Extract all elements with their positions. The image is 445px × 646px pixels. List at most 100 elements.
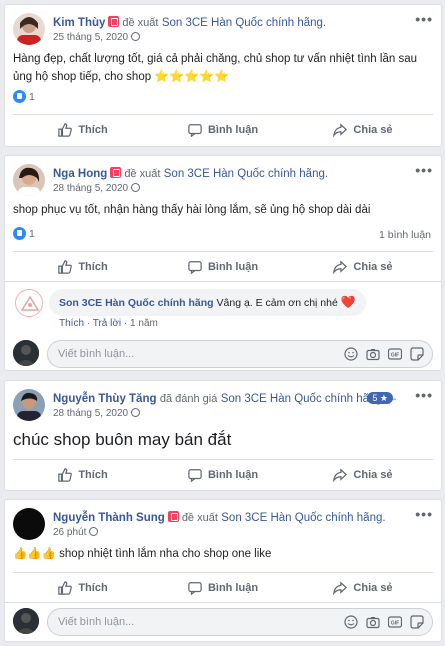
- comment-input[interactable]: Viết bình luận... GIF: [47, 608, 433, 636]
- divider: [5, 281, 441, 282]
- like-reaction-icon: [13, 227, 26, 240]
- avatar: [13, 340, 39, 366]
- post-date[interactable]: 26 phút: [53, 527, 86, 538]
- share-icon: [333, 580, 348, 595]
- post-text: Hàng đẹp, chất lượng tốt, giá cả phải ch…: [13, 51, 433, 86]
- share-button[interactable]: Chia sẻ: [293, 573, 433, 602]
- share-button[interactable]: Chia sẻ: [293, 252, 433, 281]
- avatar[interactable]: [13, 164, 45, 196]
- more-options-icon[interactable]: •••: [415, 163, 433, 177]
- comment-button[interactable]: Bình luận: [153, 573, 293, 602]
- action-bar: Thích Bình luận Chia sẻ: [13, 572, 433, 602]
- post-date[interactable]: 28 tháng 5, 2020: [53, 183, 128, 194]
- comment-input[interactable]: Viết bình luận... GIF: [47, 340, 433, 368]
- reaction-count: 1: [29, 228, 35, 240]
- page-link[interactable]: Son 3CE Hàn Quốc chính hãng.: [162, 17, 326, 29]
- post-meta: Nguyễn Thùy Tăng đã đánh giá Son 3CE Hàn…: [53, 390, 403, 421]
- post-text: chúc shop buôn may bán đắt: [13, 430, 232, 449]
- share-icon: [333, 467, 348, 482]
- like-button[interactable]: Thích: [13, 573, 153, 602]
- author-name[interactable]: Nguyễn Thùy Tăng: [53, 393, 157, 405]
- globe-icon: [131, 183, 141, 192]
- camera-icon[interactable]: [366, 347, 380, 361]
- avatar: [13, 608, 39, 634]
- like-label: Thích: [78, 468, 108, 481]
- verb-text: đề xuất: [122, 17, 159, 29]
- author-name[interactable]: Nguyễn Thành Sung: [53, 512, 165, 524]
- comment-reply-link[interactable]: Trả lời: [93, 318, 121, 329]
- comment-icon: [188, 468, 202, 482]
- page-link[interactable]: Son 3CE Hàn Quốc chính hãng.: [221, 512, 385, 524]
- comment-bubble: Son 3CE Hàn Quốc chính hãng Vâng ạ. E cả…: [49, 289, 366, 316]
- page-link[interactable]: Son 3CE Hàn Quốc chính hãng: [221, 393, 382, 405]
- more-options-icon[interactable]: •••: [415, 388, 433, 402]
- author-name[interactable]: Kim Thùy: [53, 17, 105, 29]
- thumbs-emojis: 👍👍👍: [13, 548, 56, 560]
- post-meta: Nga Hong đề xuất Son 3CE Hàn Quốc chính h…: [53, 165, 403, 196]
- sticker-icon[interactable]: [410, 347, 424, 361]
- post-header: Kim Thùy đề xuất Son 3CE Hàn Quốc chính h…: [13, 12, 433, 49]
- sticker-icon[interactable]: [410, 615, 424, 629]
- verb-text: đề xuất: [181, 512, 218, 524]
- post-meta: Nguyễn Thành Sung đề xuất Son 3CE Hàn Quố…: [53, 509, 403, 540]
- action-bar: Thích Bình luận Chia sẻ: [13, 114, 433, 144]
- post-card: Nga Hong đề xuất Son 3CE Hàn Quốc chính h…: [4, 155, 442, 371]
- input-icons: GIF: [344, 615, 424, 629]
- author-name[interactable]: Nga Hong: [53, 168, 107, 180]
- reaction-count: 1: [29, 91, 35, 103]
- gif-icon[interactable]: GIF: [387, 347, 403, 361]
- verb-text: đề xuất: [124, 168, 161, 180]
- input-icons: GIF: [344, 347, 424, 361]
- action-bar: Thích Bình luận Chia sẻ: [13, 459, 433, 489]
- share-icon: [333, 259, 348, 274]
- like-button[interactable]: Thích: [13, 460, 153, 489]
- comment-time[interactable]: 1 năm: [130, 318, 158, 329]
- comment-button[interactable]: Bình luận: [153, 115, 293, 144]
- reaction-summary[interactable]: 1: [13, 89, 35, 105]
- comment-author[interactable]: Son 3CE Hàn Quốc chính hãng: [59, 297, 214, 309]
- comment-label: Bình luận: [207, 260, 259, 273]
- more-options-icon[interactable]: •••: [415, 507, 433, 521]
- camera-icon[interactable]: [366, 615, 380, 629]
- share-button[interactable]: Chia sẻ: [293, 460, 433, 489]
- more-options-icon[interactable]: •••: [415, 12, 433, 26]
- comment: Son 3CE Hàn Quốc chính hãng Vâng ạ. E cả…: [13, 289, 433, 329]
- comment-count[interactable]: 1 bình luận: [379, 229, 431, 241]
- avatar[interactable]: [13, 13, 45, 45]
- comment-button[interactable]: Bình luận: [153, 460, 293, 489]
- post-date[interactable]: 25 tháng 5, 2020: [53, 32, 128, 43]
- post-card: Nguyễn Thùy Tăng đã đánh giá Son 3CE Hàn…: [4, 380, 442, 491]
- svg-text:GIF: GIF: [391, 353, 399, 359]
- gif-icon[interactable]: GIF: [387, 615, 403, 629]
- like-button[interactable]: Thích: [13, 115, 153, 144]
- post-meta: Kim Thùy đề xuất Son 3CE Hàn Quốc chính h…: [53, 14, 403, 45]
- avatar[interactable]: [13, 389, 45, 421]
- emoji-icon[interactable]: [344, 347, 358, 361]
- comment-actions: Thích · Trả lời · 1 năm: [59, 318, 158, 329]
- share-button[interactable]: Chia sẻ: [293, 115, 433, 144]
- avatar[interactable]: [13, 508, 45, 540]
- comment-icon: [188, 581, 202, 595]
- emoji-icon[interactable]: [344, 615, 358, 629]
- post-header: Nguyễn Thùy Tăng đã đánh giá Son 3CE Hàn…: [13, 388, 433, 425]
- recommend-icon: [167, 511, 179, 522]
- share-label: Chia sẻ: [353, 468, 393, 481]
- share-label: Chia sẻ: [353, 123, 393, 136]
- post-text: 👍👍👍 shop nhiệt tình lắm nha cho shop one…: [13, 546, 433, 563]
- comment-like-link[interactable]: Thích: [59, 318, 84, 329]
- like-button[interactable]: Thích: [13, 252, 153, 281]
- reaction-summary[interactable]: 1: [13, 226, 35, 242]
- thumbs-up-icon: [58, 580, 73, 595]
- post-date[interactable]: 28 tháng 5, 2020: [53, 408, 128, 419]
- thumbs-up-icon: [58, 122, 73, 137]
- write-comment: Viết bình luận... GIF: [13, 608, 433, 636]
- divider: [5, 602, 441, 603]
- verb-text: đã đánh giá: [159, 393, 218, 405]
- like-label: Thích: [78, 123, 108, 136]
- page-link[interactable]: Son 3CE Hàn Quốc chính hãng.: [164, 168, 328, 180]
- globe-icon: [131, 32, 141, 41]
- post-text-content: shop nhiệt tình lắm nha cho shop one lik…: [55, 548, 272, 560]
- page-avatar[interactable]: [15, 289, 43, 317]
- thumbs-up-icon: [58, 467, 73, 482]
- comment-button[interactable]: Bình luận: [153, 252, 293, 281]
